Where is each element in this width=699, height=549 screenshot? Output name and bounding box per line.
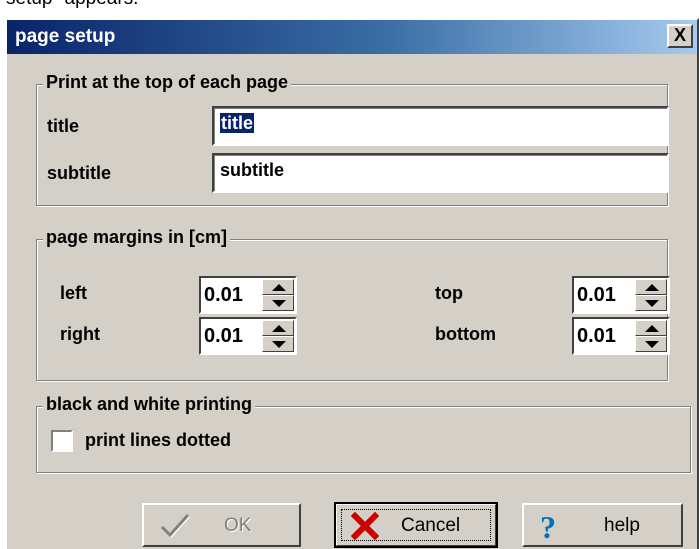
title-input[interactable]: title — [212, 106, 669, 146]
ok-button-label: OK — [224, 515, 252, 536]
right-margin-label: right — [60, 324, 100, 344]
red-x-icon — [350, 511, 380, 547]
subtitle-label: subtitle — [47, 163, 112, 183]
margins-group-legend: page margins in [cm] — [43, 227, 231, 248]
arrow-up-icon — [645, 284, 659, 291]
arrow-up-icon — [645, 325, 659, 332]
title-bar[interactable]: page setup X — [7, 20, 697, 54]
right-margin-spinner[interactable]: 0.01 — [199, 317, 297, 355]
cancel-button[interactable]: Cancel — [334, 502, 498, 548]
top-margin-label: top — [435, 283, 463, 303]
arrow-up-icon — [272, 284, 286, 291]
page-setup-dialog: page setup X Print at the top of each pa… — [5, 18, 699, 549]
bottom-margin-spinner[interactable]: 0.01 — [572, 317, 670, 355]
left-margin-label: left — [60, 283, 87, 303]
print-lines-dotted-label[interactable]: print lines dotted — [85, 430, 231, 451]
arrow-down-icon — [645, 300, 659, 307]
help-button[interactable]: ? help — [522, 503, 683, 547]
right-margin-value: 0.01 — [204, 325, 243, 347]
bottom-margin-label: bottom — [435, 324, 496, 344]
subtitle-input[interactable]: subtitle — [212, 153, 669, 193]
right-margin-down-button[interactable] — [262, 336, 294, 352]
top-margin-spinner[interactable]: 0.01 — [572, 276, 670, 314]
question-mark-icon: ? — [538, 509, 566, 549]
print-lines-dotted-checkbox[interactable] — [51, 430, 73, 452]
arrow-down-icon — [272, 300, 286, 307]
top-margin-value: 0.01 — [577, 284, 616, 306]
bottom-margin-up-button[interactable] — [635, 320, 667, 336]
arrow-down-icon — [645, 341, 659, 348]
checkmark-icon — [158, 511, 192, 547]
window-title: page setup — [15, 26, 116, 47]
help-button-label: help — [604, 515, 640, 536]
left-margin-value: 0.01 — [204, 284, 243, 306]
bw-printing-group-legend: black and white printing — [43, 394, 256, 415]
svg-text:?: ? — [540, 511, 556, 543]
left-margin-spinner[interactable]: 0.01 — [199, 276, 297, 314]
left-margin-down-button[interactable] — [262, 295, 294, 311]
title-input-value: title — [220, 113, 255, 133]
right-margin-up-button[interactable] — [262, 320, 294, 336]
top-margin-up-button[interactable] — [635, 279, 667, 295]
arrow-up-icon — [272, 325, 286, 332]
arrow-down-icon — [272, 341, 286, 348]
bottom-margin-value: 0.01 — [577, 325, 616, 347]
subtitle-input-value: subtitle — [220, 160, 285, 180]
caption-fragment: setup" appears. — [0, 0, 699, 10]
header-group-legend: Print at the top of each page — [43, 72, 292, 93]
title-label: title — [47, 116, 80, 136]
left-margin-up-button[interactable] — [262, 279, 294, 295]
ok-button[interactable]: OK — [142, 503, 301, 547]
top-margin-down-button[interactable] — [635, 295, 667, 311]
bottom-margin-down-button[interactable] — [635, 336, 667, 352]
close-button[interactable]: X — [667, 24, 693, 48]
cancel-button-label: Cancel — [401, 515, 461, 536]
